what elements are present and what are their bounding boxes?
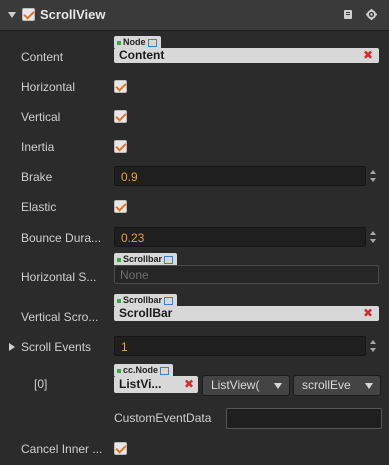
step-up-icon[interactable] [370, 170, 376, 174]
vertical-scrollbar-type-text: Scrollbar [123, 295, 163, 305]
content-value: Content [119, 48, 165, 62]
custom-event-data-label: CustomEventData [114, 411, 212, 425]
clear-vertical-scrollbar-icon[interactable]: ✖ [363, 306, 373, 321]
vertical-scrollbar-label: Vertical Scro... [21, 310, 99, 324]
collapse-arrow-icon[interactable] [8, 12, 16, 18]
expand-arrow-icon[interactable] [9, 343, 15, 351]
clear-event-target-icon[interactable]: ✖ [184, 376, 194, 393]
scroll-events-label: Scroll Events [21, 340, 92, 354]
scroll-events-stepper[interactable] [367, 336, 379, 356]
brake-value: 0.9 [121, 170, 138, 184]
vertical-label: Vertical [21, 110, 61, 124]
elastic-checkbox[interactable] [114, 200, 127, 213]
link-icon[interactable] [164, 255, 174, 264]
event-target-value: ListVi... [119, 377, 162, 391]
component-header: ScrollView [0, 0, 389, 31]
chevron-down-icon [365, 383, 373, 389]
event-component-value: ListView( [211, 378, 260, 392]
horizontal-label: Horizontal [21, 80, 76, 94]
horizontal-scrollbar-field[interactable]: None [114, 265, 379, 284]
horizontal-checkbox[interactable] [114, 80, 127, 93]
custom-event-data-input[interactable] [226, 408, 382, 429]
book-icon[interactable] [343, 9, 353, 20]
step-down-icon[interactable] [370, 348, 376, 352]
vertical-scrollbar-type-tag: Scrollbar [114, 294, 178, 306]
link-icon[interactable] [147, 38, 157, 47]
cancel-inner-checkbox[interactable] [114, 442, 127, 455]
event-handler-value: scrollEve [302, 378, 351, 392]
event-target-field[interactable]: ListVi... ✖ [114, 376, 198, 393]
link-icon[interactable] [160, 366, 170, 375]
scroll-events-count-input[interactable]: 1 [114, 336, 366, 356]
step-up-icon[interactable] [370, 231, 376, 235]
horizontal-scrollbar-type-tag: Scrollbar [114, 253, 178, 265]
bounce-duration-input[interactable]: 0.23 [114, 227, 366, 247]
event-index-label: [0] [34, 377, 48, 391]
content-type-text: Node [123, 37, 146, 47]
content-field[interactable]: Content ✖ [114, 48, 379, 63]
link-icon[interactable] [164, 296, 174, 305]
content-label: Content [21, 50, 64, 64]
clear-content-icon[interactable]: ✖ [363, 48, 373, 63]
step-down-icon[interactable] [370, 178, 376, 182]
event-component-dropdown[interactable]: ListView( [202, 375, 290, 396]
event-target-type-text: cc.Node [123, 365, 159, 375]
event-target-type-tag: cc.Node [114, 364, 174, 376]
bounce-duration-label: Bounce Dura... [21, 231, 102, 245]
scroll-events-count: 1 [121, 340, 128, 354]
bounce-duration-stepper[interactable] [367, 227, 379, 247]
vertical-scrollbar-field[interactable]: ScrollBar ✖ [114, 306, 379, 321]
component-title: ScrollView [40, 7, 106, 22]
component-enabled-checkbox[interactable] [22, 8, 35, 21]
brake-stepper[interactable] [367, 166, 379, 186]
chevron-down-icon [274, 383, 282, 389]
content-type-tag: Node [114, 36, 161, 48]
inertia-label: Inertia [21, 140, 55, 154]
cancel-inner-label: Cancel Inner ... [21, 442, 103, 456]
step-up-icon[interactable] [370, 340, 376, 344]
horizontal-scrollbar-type-text: Scrollbar [123, 254, 163, 264]
horizontal-scrollbar-value: None [120, 268, 149, 282]
event-handler-dropdown[interactable]: scrollEve [293, 375, 381, 396]
inertia-checkbox[interactable] [114, 140, 127, 153]
horizontal-scrollbar-label: Horizontal S... [21, 270, 97, 284]
elastic-label: Elastic [21, 200, 57, 214]
gear-icon[interactable] [366, 9, 377, 20]
brake-label: Brake [21, 170, 53, 184]
brake-input[interactable]: 0.9 [114, 166, 366, 186]
bounce-duration-value: 0.23 [121, 231, 145, 245]
step-down-icon[interactable] [370, 239, 376, 243]
vertical-scrollbar-value: ScrollBar [119, 306, 173, 320]
vertical-checkbox[interactable] [114, 110, 127, 123]
